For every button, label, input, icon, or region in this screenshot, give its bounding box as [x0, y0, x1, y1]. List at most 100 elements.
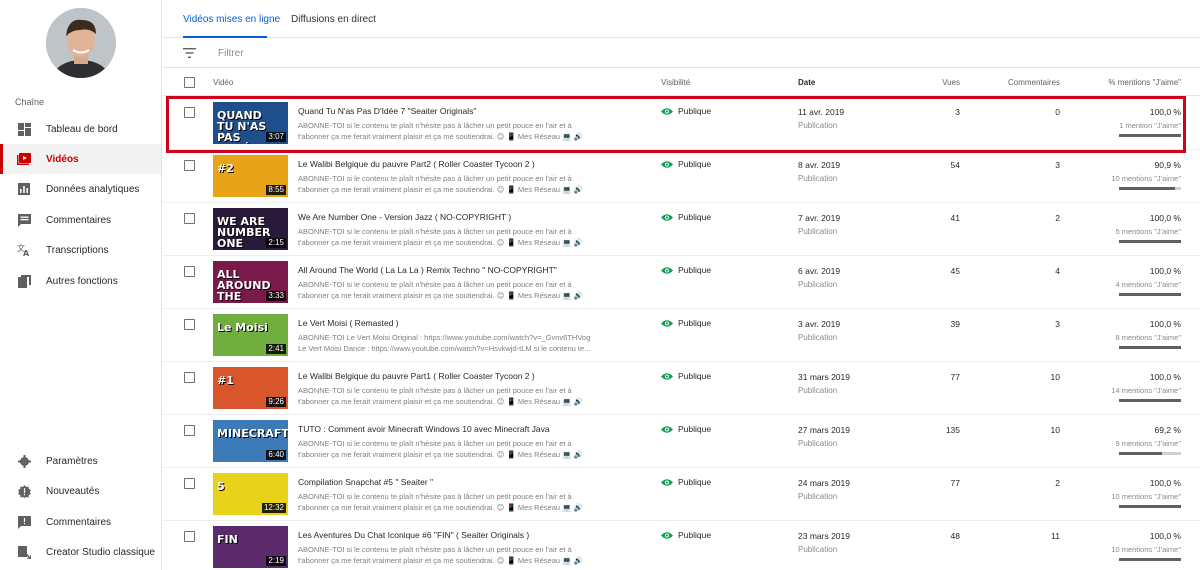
video-title[interactable]: Compilation Snapchat #5 " Seaiter "	[298, 477, 433, 487]
sidebar-item-settings[interactable]: Paramètres	[0, 446, 161, 476]
video-views: 48	[950, 531, 960, 541]
visibility-cell[interactable]: Publique	[661, 371, 711, 381]
sidebar-item-comments[interactable]: Commentaires	[0, 205, 161, 235]
video-views: 45	[950, 266, 960, 276]
select-all-checkbox[interactable]	[184, 77, 195, 88]
filter-icon[interactable]	[183, 48, 196, 58]
sidebar-item-classic-studio[interactable]: Creator Studio classique	[0, 537, 161, 567]
video-title[interactable]: Les Aventures Du Chat Iconique #6 "FIN" …	[298, 530, 529, 540]
table-row[interactable]: 5 12:32 Compilation Snapchat #5 " Seaite…	[163, 468, 1200, 521]
dashboard-icon	[17, 122, 31, 136]
video-title[interactable]: TUTO : Comment avoir Minecraft Windows 1…	[298, 424, 550, 434]
visibility-label: Publique	[678, 530, 712, 540]
sidebar-item-other-features[interactable]: Autres fonctions	[0, 266, 161, 296]
visibility-cell[interactable]: Publique	[661, 265, 711, 275]
thumbnail-text: MINECRAFT	[217, 427, 288, 440]
video-title[interactable]: Le Vert Moisi ( Remasted )	[298, 318, 399, 328]
tab-live-streams[interactable]: Diffusions en direct	[291, 14, 376, 25]
avatar[interactable]	[46, 8, 116, 78]
like-ratio-bar	[1119, 399, 1181, 402]
sidebar-item-label: Tableau de bord	[46, 123, 118, 135]
row-checkbox[interactable]	[184, 531, 195, 542]
video-title[interactable]: We Are Number One - Version Jazz ( NO-CO…	[298, 212, 511, 222]
column-header-date[interactable]: Date	[798, 78, 815, 87]
video-comments: 11	[1051, 531, 1060, 541]
video-thumbnail[interactable]: #2 8:55	[213, 155, 288, 197]
like-ratio-fill	[1119, 558, 1181, 561]
svg-text:A: A	[23, 249, 30, 257]
table-row[interactable]: QUAND TU N'AS PAS D'IDÉE 3:07 Quand Tu N…	[163, 97, 1200, 150]
filter-input[interactable]	[218, 46, 518, 60]
table-row[interactable]: ALL AROUND THE WORLD ( LA LA ) 3:33 All …	[163, 256, 1200, 309]
sidebar-item-dashboard[interactable]: Tableau de bord	[0, 114, 161, 144]
video-duration: 9:26	[266, 397, 286, 407]
table-row[interactable]: #1 9:26 Le Walibi Belgique du pauvre Par…	[163, 362, 1200, 415]
column-header-views[interactable]: Vues	[942, 78, 960, 87]
visibility-cell[interactable]: Publique	[661, 106, 711, 116]
column-header-video[interactable]: Vidéo	[213, 78, 233, 87]
sidebar-item-videos[interactable]: Vidéos	[0, 144, 161, 174]
sidebar-item-label: Données analytiques	[46, 183, 140, 195]
row-checkbox[interactable]	[184, 372, 195, 383]
sidebar-item-label: Nouveautés	[46, 485, 100, 497]
video-thumbnail[interactable]: Le Moisi 2:41	[213, 314, 288, 356]
video-title[interactable]: Quand Tu N'as Pas D'Idée 7 "Seaiter Orig…	[298, 106, 476, 116]
like-ratio-bar	[1119, 558, 1181, 561]
visibility-cell[interactable]: Publique	[661, 477, 711, 487]
column-header-likes[interactable]: % mentions "J'aime"	[1108, 78, 1181, 87]
video-thumbnail[interactable]: MINECRAFT 6:40	[213, 420, 288, 462]
visibility-cell[interactable]: Publique	[661, 530, 711, 540]
row-checkbox[interactable]	[184, 213, 195, 224]
video-duration: 2:19	[266, 556, 286, 566]
eye-icon	[661, 372, 673, 380]
tab-uploaded-videos[interactable]: Vidéos mises en ligne	[183, 14, 280, 25]
video-date: 31 mars 2019	[798, 372, 850, 382]
visibility-label: Publique	[678, 265, 712, 275]
row-checkbox[interactable]	[184, 478, 195, 489]
visibility-cell[interactable]: Publique	[661, 212, 711, 222]
video-title[interactable]: Le Walibi Belgique du pauvre Part2 ( Rol…	[298, 159, 535, 169]
sidebar-item-transcriptions[interactable]: 文A Transcriptions	[0, 235, 161, 265]
like-percentage: 69,2 %	[1154, 425, 1181, 435]
video-thumbnail[interactable]: QUAND TU N'AS PAS D'IDÉE 3:07	[213, 102, 288, 144]
video-title[interactable]: Le Walibi Belgique du pauvre Part1 ( Rol…	[298, 371, 535, 381]
table-row[interactable]: Le Moisi 2:41 Le Vert Moisi ( Remasted )…	[163, 309, 1200, 362]
row-checkbox[interactable]	[184, 319, 195, 330]
sidebar-item-label: Paramètres	[46, 455, 98, 467]
like-ratio-fill	[1119, 399, 1181, 402]
sidebar-item-feedback[interactable]: Commentaires	[0, 507, 161, 537]
video-thumbnail[interactable]: 5 12:32	[213, 473, 288, 515]
column-header-visibility[interactable]: Visibilité	[661, 78, 690, 87]
thumbnail-text: Le Moisi	[217, 321, 268, 334]
visibility-cell[interactable]: Publique	[661, 424, 711, 434]
video-thumbnail[interactable]: ALL AROUND THE WORLD ( LA LA ) 3:33	[213, 261, 288, 303]
video-comments: 2	[1055, 478, 1060, 488]
sidebar-item-analytics[interactable]: Données analytiques	[0, 174, 161, 204]
like-count: 5 mentions "J'aime"	[1115, 227, 1181, 236]
video-thumbnail[interactable]: FIN 2:19	[213, 526, 288, 568]
row-checkbox[interactable]	[184, 266, 195, 277]
video-thumbnail[interactable]: #1 9:26	[213, 367, 288, 409]
visibility-cell[interactable]: Publique	[661, 159, 711, 169]
table-row[interactable]: WE ARE NUMBER ONE 2:15 We Are Number One…	[163, 203, 1200, 256]
row-checkbox[interactable]	[184, 425, 195, 436]
table-row[interactable]: MINECRAFT 6:40 TUTO : Comment avoir Mine…	[163, 415, 1200, 468]
table-row[interactable]: #2 8:55 Le Walibi Belgique du pauvre Par…	[163, 150, 1200, 203]
video-duration: 2:15	[266, 238, 286, 248]
visibility-label: Publique	[678, 318, 712, 328]
video-description: ABONNE-TOI si le contenu te plaît n'hési…	[298, 174, 583, 194]
video-thumbnail[interactable]: WE ARE NUMBER ONE 2:15	[213, 208, 288, 250]
table-row[interactable]: FIN 2:19 Les Aventures Du Chat Iconique …	[163, 521, 1200, 570]
visibility-label: Publique	[678, 371, 712, 381]
like-ratio-bar	[1119, 187, 1181, 190]
row-checkbox[interactable]	[184, 160, 195, 171]
like-ratio-fill	[1119, 293, 1181, 296]
row-checkbox[interactable]	[184, 107, 195, 118]
column-header-comments[interactable]: Commentaires	[1008, 78, 1060, 87]
video-title[interactable]: All Around The World ( La La La ) Remix …	[298, 265, 557, 275]
visibility-cell[interactable]: Publique	[661, 318, 711, 328]
video-comments: 4	[1055, 266, 1060, 276]
thumbnail-text: #1	[217, 374, 234, 387]
sidebar-item-whats-new[interactable]: Nouveautés	[0, 476, 161, 506]
like-percentage: 90,9 %	[1154, 160, 1181, 170]
